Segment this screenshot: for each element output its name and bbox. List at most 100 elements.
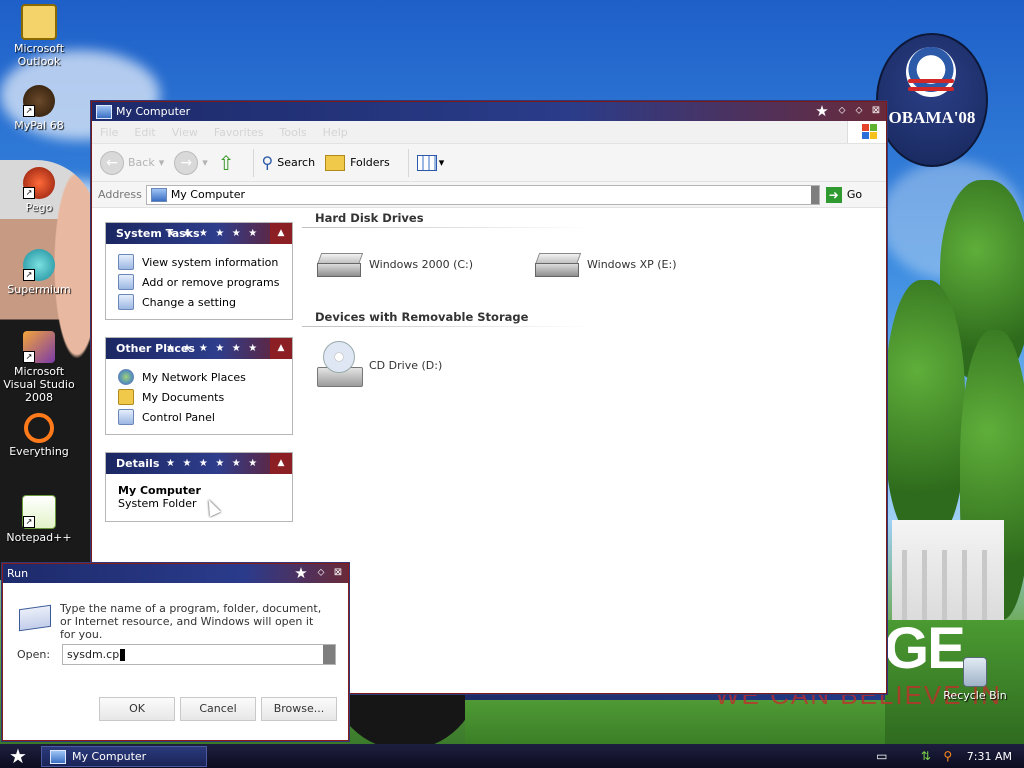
open-dropdown-button[interactable] bbox=[323, 645, 335, 664]
collapse-icon[interactable]: ▲ bbox=[270, 453, 292, 474]
drive-c[interactable]: Windows 2000 (C:) bbox=[316, 251, 474, 277]
place-my-documents[interactable]: My Documents bbox=[118, 387, 292, 407]
views-icon bbox=[416, 154, 437, 171]
drive-label: CD Drive (D:) bbox=[369, 358, 443, 372]
place-label: Control Panel bbox=[142, 410, 215, 424]
maximize-button[interactable]: ⬦ bbox=[852, 104, 866, 118]
folder-icon bbox=[325, 154, 346, 171]
go-button[interactable]: ➜ Go bbox=[825, 186, 862, 203]
task-view-system-information[interactable]: View system information bbox=[118, 252, 292, 272]
run-dialog[interactable]: Run ★ ⬦ ⊠ Type the name of a program, fo… bbox=[2, 563, 349, 741]
desktop-icon-label: Notepad++ bbox=[6, 531, 72, 544]
place-my-network-places[interactable]: My Network Places bbox=[118, 367, 292, 387]
chevron-down-icon: ▾ bbox=[158, 156, 165, 169]
run-titlebar[interactable]: Run ★ ⬦ ⊠ bbox=[3, 564, 348, 583]
place-control-panel[interactable]: Control Panel bbox=[118, 407, 292, 427]
mypal-icon: ↗ bbox=[23, 85, 55, 117]
hard-disk-icon bbox=[316, 251, 364, 277]
add-remove-programs-icon bbox=[118, 274, 134, 290]
panel-header[interactable]: Details ★ ★ ★ ★ ★ ★ ▲ bbox=[106, 453, 292, 474]
drive-label: Windows XP (E:) bbox=[587, 257, 677, 271]
panel-header[interactable]: System Tasks ★ ★ ★ ★ ★ ★ ▲ bbox=[106, 223, 292, 244]
outlook-icon bbox=[21, 4, 57, 40]
minimize-button[interactable]: ⬦ bbox=[835, 104, 849, 118]
ok-button[interactable]: OK bbox=[99, 697, 175, 721]
desktop-icon-visual-studio[interactable]: ↗ Microsoft Visual Studio 2008 bbox=[0, 331, 78, 404]
drive-e[interactable]: Windows XP (E:) bbox=[534, 251, 677, 277]
address-label: Address bbox=[98, 188, 142, 201]
notepadpp-icon: ↗ bbox=[22, 495, 56, 529]
up-folder-icon: ⇧ bbox=[217, 150, 235, 175]
text-caret bbox=[120, 648, 126, 661]
run-description: Type the name of a program, folder, docu… bbox=[60, 602, 322, 641]
close-button[interactable]: ⊠ bbox=[331, 566, 345, 580]
chevron-down-icon: ▾ bbox=[438, 156, 445, 169]
address-field[interactable]: My Computer bbox=[145, 184, 820, 205]
details-name: My Computer bbox=[118, 484, 201, 497]
desktop-icon-label: Everything bbox=[9, 445, 69, 458]
menu-view[interactable]: View bbox=[172, 126, 198, 139]
menu-file[interactable]: File bbox=[100, 126, 118, 139]
run-title: Run bbox=[7, 567, 29, 580]
desktop-icon-supermium[interactable]: ↗ Supermium bbox=[0, 249, 78, 296]
cancel-button[interactable]: Cancel bbox=[180, 697, 256, 721]
menu-tools[interactable]: Tools bbox=[280, 126, 307, 139]
collapse-icon[interactable]: ▲ bbox=[270, 338, 292, 359]
drive-label: Windows 2000 (C:) bbox=[369, 257, 474, 271]
collapse-icon[interactable]: ▲ bbox=[270, 223, 292, 244]
menu-edit[interactable]: Edit bbox=[134, 126, 155, 139]
help-button[interactable]: ⬦ bbox=[314, 566, 328, 580]
desktop-icon-mypal[interactable]: ↗ MyPal 68 bbox=[0, 85, 78, 132]
start-button[interactable]: ★ bbox=[6, 745, 30, 767]
search-button[interactable]: ⚲ Search bbox=[262, 153, 316, 172]
run-icon bbox=[19, 604, 51, 632]
window-titlebar[interactable]: My Computer ★ ⬦ ⬦ ⊠ bbox=[92, 102, 886, 121]
desktop-icon-outlook[interactable]: Microsoft Outlook bbox=[0, 4, 78, 68]
desktop-icon-label: Microsoft Visual Studio 2008 bbox=[3, 365, 75, 404]
star-icon: ★ bbox=[294, 564, 308, 582]
task-change-setting[interactable]: Change a setting bbox=[118, 292, 292, 312]
task-label: Add or remove programs bbox=[142, 275, 280, 289]
chevron-down-icon: ▾ bbox=[202, 156, 208, 169]
close-button[interactable]: ⊠ bbox=[869, 104, 883, 118]
hard-disk-icon bbox=[534, 251, 582, 277]
browse-button[interactable]: Browse... bbox=[261, 697, 337, 721]
menu-help[interactable]: Help bbox=[323, 126, 348, 139]
everything-search-icon[interactable]: ⚲ bbox=[941, 749, 955, 763]
back-arrow-icon: ← bbox=[100, 150, 124, 175]
menu-bar: File Edit View Favorites Tools Help bbox=[92, 121, 886, 144]
desktop-icon-label: Pego bbox=[25, 201, 53, 214]
desktop-icon-notepadpp[interactable]: ↗ Notepad++ bbox=[0, 495, 78, 544]
desktop-icon-recycle-bin[interactable]: Recycle Bin bbox=[936, 657, 1014, 702]
obama-logo: OBAMA'08 bbox=[876, 33, 988, 167]
folders-button[interactable]: Folders bbox=[325, 154, 390, 171]
views-button[interactable]: ▾ bbox=[416, 154, 445, 171]
keyboard-icon[interactable]: ▭ bbox=[875, 749, 889, 763]
everything-icon bbox=[24, 413, 54, 443]
system-info-icon bbox=[118, 254, 134, 270]
task-add-remove-programs[interactable]: Add or remove programs bbox=[118, 272, 292, 292]
my-computer-icon bbox=[150, 187, 167, 202]
forward-button[interactable]: → ▾ bbox=[174, 150, 208, 175]
white-house bbox=[892, 520, 1004, 630]
search-label: Search bbox=[277, 156, 316, 169]
open-input[interactable]: sysdm.cp bbox=[62, 644, 336, 665]
removable-storage-heading: Devices with Removable Storage bbox=[315, 310, 529, 324]
clock[interactable]: 7:31 AM bbox=[967, 750, 1012, 763]
menu-favorites[interactable]: Favorites bbox=[214, 126, 264, 139]
task-label: View system information bbox=[142, 255, 279, 269]
network-icon[interactable]: ⇅ bbox=[919, 749, 933, 763]
control-panel-icon bbox=[118, 409, 134, 425]
up-button[interactable]: ⇧ bbox=[218, 151, 235, 175]
my-documents-icon bbox=[118, 389, 134, 405]
taskbar-button-my-computer[interactable]: My Computer bbox=[41, 746, 207, 767]
drive-d[interactable]: CD Drive (D:) bbox=[317, 341, 442, 389]
back-button[interactable]: ← Back ▾ bbox=[100, 150, 165, 175]
folders-label: Folders bbox=[350, 156, 390, 169]
tree bbox=[885, 280, 965, 540]
address-dropdown-button[interactable] bbox=[810, 185, 819, 204]
panel-header[interactable]: Other Places ★ ★ ★ ★ ★ ★ ▲ bbox=[106, 338, 292, 359]
desktop-icon-pego[interactable]: ↗ Pego bbox=[0, 167, 78, 214]
desktop-icon-everything[interactable]: Everything bbox=[0, 413, 78, 458]
place-label: My Documents bbox=[142, 390, 225, 404]
